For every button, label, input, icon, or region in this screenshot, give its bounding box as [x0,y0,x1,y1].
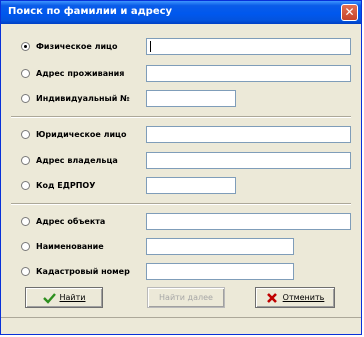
name-field[interactable] [146,238,294,255]
radio-label-name: Наименование [36,241,104,251]
radio-label-residence-address: Адрес проживания [36,68,125,78]
dialog-window: Поиск по фамилии и адресу ✕ Физическое л… [0,0,362,335]
owner-address-field[interactable] [146,152,351,169]
bottom-divider [1,317,361,318]
radio-label-edrpou-code: Код ЕДРПОУ [36,180,96,190]
radio-edrpou-code[interactable]: Код ЕДРПОУ [21,177,95,193]
find-next-button[interactable]: Найти далее [147,287,225,308]
radio-label-object-address: Адрес объекта [36,216,106,226]
radio-residence-address[interactable]: Адрес проживания [21,65,124,81]
radio-label-individual: Физическое лицо [36,41,118,51]
text-caret [150,41,151,52]
radio-button[interactable] [21,93,30,103]
radio-button[interactable] [21,241,30,251]
radio-button[interactable] [21,41,30,51]
find-next-button-label: Найти далее [159,293,213,302]
radio-button[interactable] [21,266,30,276]
close-icon: ✕ [344,5,355,19]
radio-button[interactable] [21,180,30,190]
find-button[interactable]: Найти [25,287,103,308]
individual-number-field[interactable] [146,90,236,107]
radio-cadastral-number[interactable]: Кадастровый номер [21,263,130,279]
close-button[interactable]: ✕ [341,4,358,21]
radio-button[interactable] [21,216,30,226]
radio-label-cadastral-number: Кадастровый номер [36,266,130,276]
radio-label-individual-number: Индивидуальный № [36,93,130,103]
separator [11,203,351,205]
find-button-label: Найти [59,293,86,302]
cancel-button-label: Отменить [282,293,325,302]
cadastral-number-field[interactable] [146,263,294,280]
window-title: Поиск по фамилии и адресу [8,6,173,17]
edrpou-code-field[interactable] [146,177,236,194]
radio-individual[interactable]: Физическое лицо [21,38,117,54]
object-address-field[interactable] [146,213,351,230]
individual-name-field[interactable] [146,38,351,55]
radio-label-owner-address: Адрес владельца [36,155,118,165]
radio-legal-entity[interactable]: Юридическое лицо [21,126,126,142]
radio-individual-number[interactable]: Индивидуальный № [21,90,130,106]
radio-button[interactable] [21,68,30,78]
cross-icon [266,292,279,304]
checkmark-icon [42,292,56,304]
title-bar[interactable]: Поиск по фамилии и адресу ✕ [1,1,361,24]
radio-object-address[interactable]: Адрес объекта [21,213,105,229]
radio-name[interactable]: Наименование [21,238,104,254]
residence-address-field[interactable] [146,65,351,82]
separator [11,116,351,118]
radio-owner-address[interactable]: Адрес владельца [21,152,118,168]
radio-label-legal-entity: Юридическое лицо [36,129,127,139]
radio-button[interactable] [21,155,30,165]
cancel-button[interactable]: Отменить [255,287,335,308]
radio-button[interactable] [21,129,30,139]
legal-entity-field[interactable] [146,126,351,143]
